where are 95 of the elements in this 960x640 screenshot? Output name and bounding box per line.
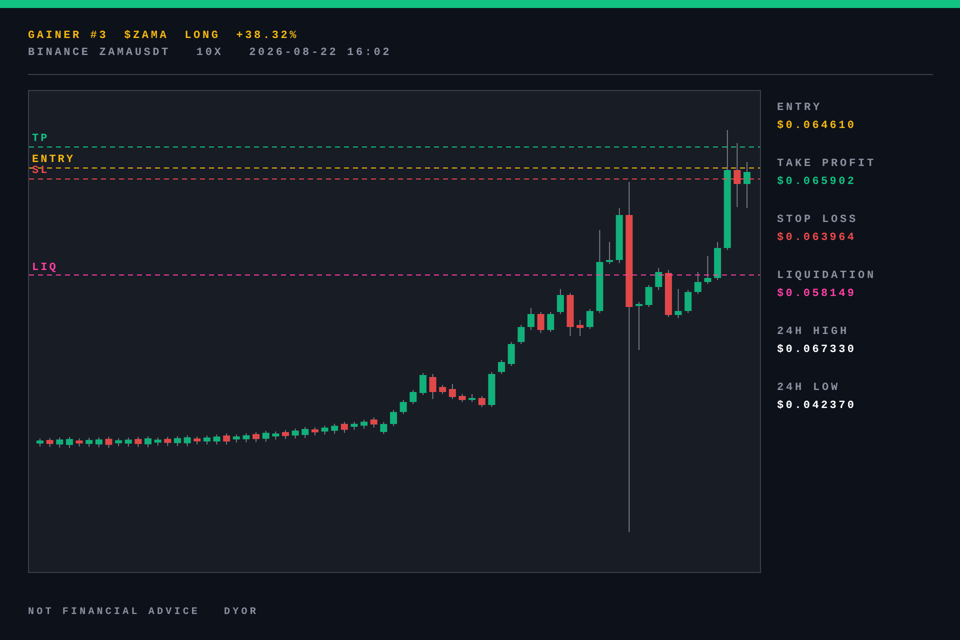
candlestick xyxy=(262,430,270,442)
title-text: +38.32% xyxy=(236,30,299,42)
candlestick xyxy=(448,384,456,400)
candlestick xyxy=(478,396,486,408)
disclaimer-text: DYOR xyxy=(224,607,258,618)
price-level-label: LIQ xyxy=(32,262,58,274)
stat-value: $0.064610 xyxy=(777,120,858,132)
candlestick xyxy=(684,290,692,314)
candlestick xyxy=(66,436,73,448)
candlestick xyxy=(704,256,712,284)
candlestick xyxy=(566,292,574,336)
candlestick xyxy=(86,438,93,448)
subtitle-text: BINANCE ZAMAUSDT xyxy=(28,47,170,59)
candlestick xyxy=(184,434,191,447)
candlestick xyxy=(606,242,614,264)
candlestick xyxy=(36,438,44,447)
candlestick xyxy=(252,432,260,442)
candlestick xyxy=(635,302,642,350)
title-text: $ZAMA xyxy=(124,30,169,42)
candlestick xyxy=(527,308,534,330)
candlestick xyxy=(498,360,506,374)
candlestick xyxy=(576,320,584,336)
candlestick xyxy=(242,432,250,443)
candlestick xyxy=(586,308,594,330)
price-level-label: TP xyxy=(32,133,50,145)
candlestick xyxy=(76,438,83,447)
stat-label: 24H LOW xyxy=(777,382,842,394)
candlestick xyxy=(282,430,289,440)
candlestick xyxy=(655,268,662,290)
candlestick xyxy=(164,436,172,446)
candlestick xyxy=(213,434,220,445)
candlestick xyxy=(645,284,652,308)
title-text: GAINER #3 xyxy=(28,30,108,42)
stat-label: 24H HIGH xyxy=(777,326,850,338)
candlestick xyxy=(134,436,142,448)
candlestick xyxy=(518,324,525,344)
candlestick xyxy=(556,288,564,314)
candlestick xyxy=(488,372,496,408)
disclaimer-text: NOT FINANCIAL ADVICE xyxy=(28,607,200,618)
candlestick xyxy=(380,422,388,434)
candlestick xyxy=(674,288,682,318)
candlestick xyxy=(664,270,672,318)
candlestick xyxy=(232,434,240,443)
subtitle-text: 10X xyxy=(196,47,224,59)
candlestick xyxy=(56,437,64,448)
title-text: LONG xyxy=(184,30,220,42)
stat-value: $0.058149 xyxy=(777,288,858,300)
candlestick xyxy=(292,428,299,439)
candlestick xyxy=(419,372,426,396)
stat-value: $0.065902 xyxy=(777,176,858,188)
candlestick xyxy=(400,400,407,414)
candlestick xyxy=(616,208,623,264)
subtitle-text: 2026-08-22 16:02 xyxy=(249,47,392,59)
candlestick xyxy=(154,437,162,446)
candlestick xyxy=(302,426,309,438)
stat-label: LIQUIDATION xyxy=(777,270,876,282)
candlestick xyxy=(311,426,318,436)
candlestick xyxy=(537,312,544,334)
candlestick xyxy=(46,438,54,448)
candlestick xyxy=(694,272,702,294)
candlestick xyxy=(429,374,436,400)
candlestick xyxy=(105,436,112,448)
candlestick xyxy=(203,435,210,445)
candlestick xyxy=(223,433,230,445)
candlestick xyxy=(321,425,328,435)
candlestick xyxy=(340,421,348,434)
candlestick xyxy=(744,162,750,208)
candlestick xyxy=(350,421,358,430)
stat-value: $0.063964 xyxy=(777,232,858,244)
candlestick xyxy=(547,312,554,332)
candlestick xyxy=(95,437,102,448)
candlestick xyxy=(508,342,515,366)
candlestick xyxy=(115,438,122,447)
stat-label: TAKE PROFIT xyxy=(777,158,876,170)
candlestick xyxy=(458,394,466,402)
candlestick xyxy=(272,431,280,440)
stat-value: $0.067330 xyxy=(777,344,858,356)
stat-value: $0.042370 xyxy=(777,400,858,412)
candlestick xyxy=(390,410,397,426)
price-level-label: ENTRY xyxy=(32,154,76,166)
candlestick xyxy=(714,242,722,280)
candlestick xyxy=(410,390,417,404)
stat-label: STOP LOSS xyxy=(777,214,860,226)
candlestick xyxy=(439,384,446,394)
candlestick xyxy=(331,423,338,434)
price-level-label: SL xyxy=(32,165,50,177)
candlestick xyxy=(194,436,201,445)
candlestick xyxy=(174,436,181,446)
candlestick xyxy=(734,142,741,208)
candlestick xyxy=(370,417,378,428)
candlestick xyxy=(468,394,476,402)
candlestick xyxy=(144,436,152,448)
candlestick xyxy=(360,419,368,430)
stat-label: ENTRY xyxy=(777,102,824,114)
candlestick xyxy=(124,437,132,448)
